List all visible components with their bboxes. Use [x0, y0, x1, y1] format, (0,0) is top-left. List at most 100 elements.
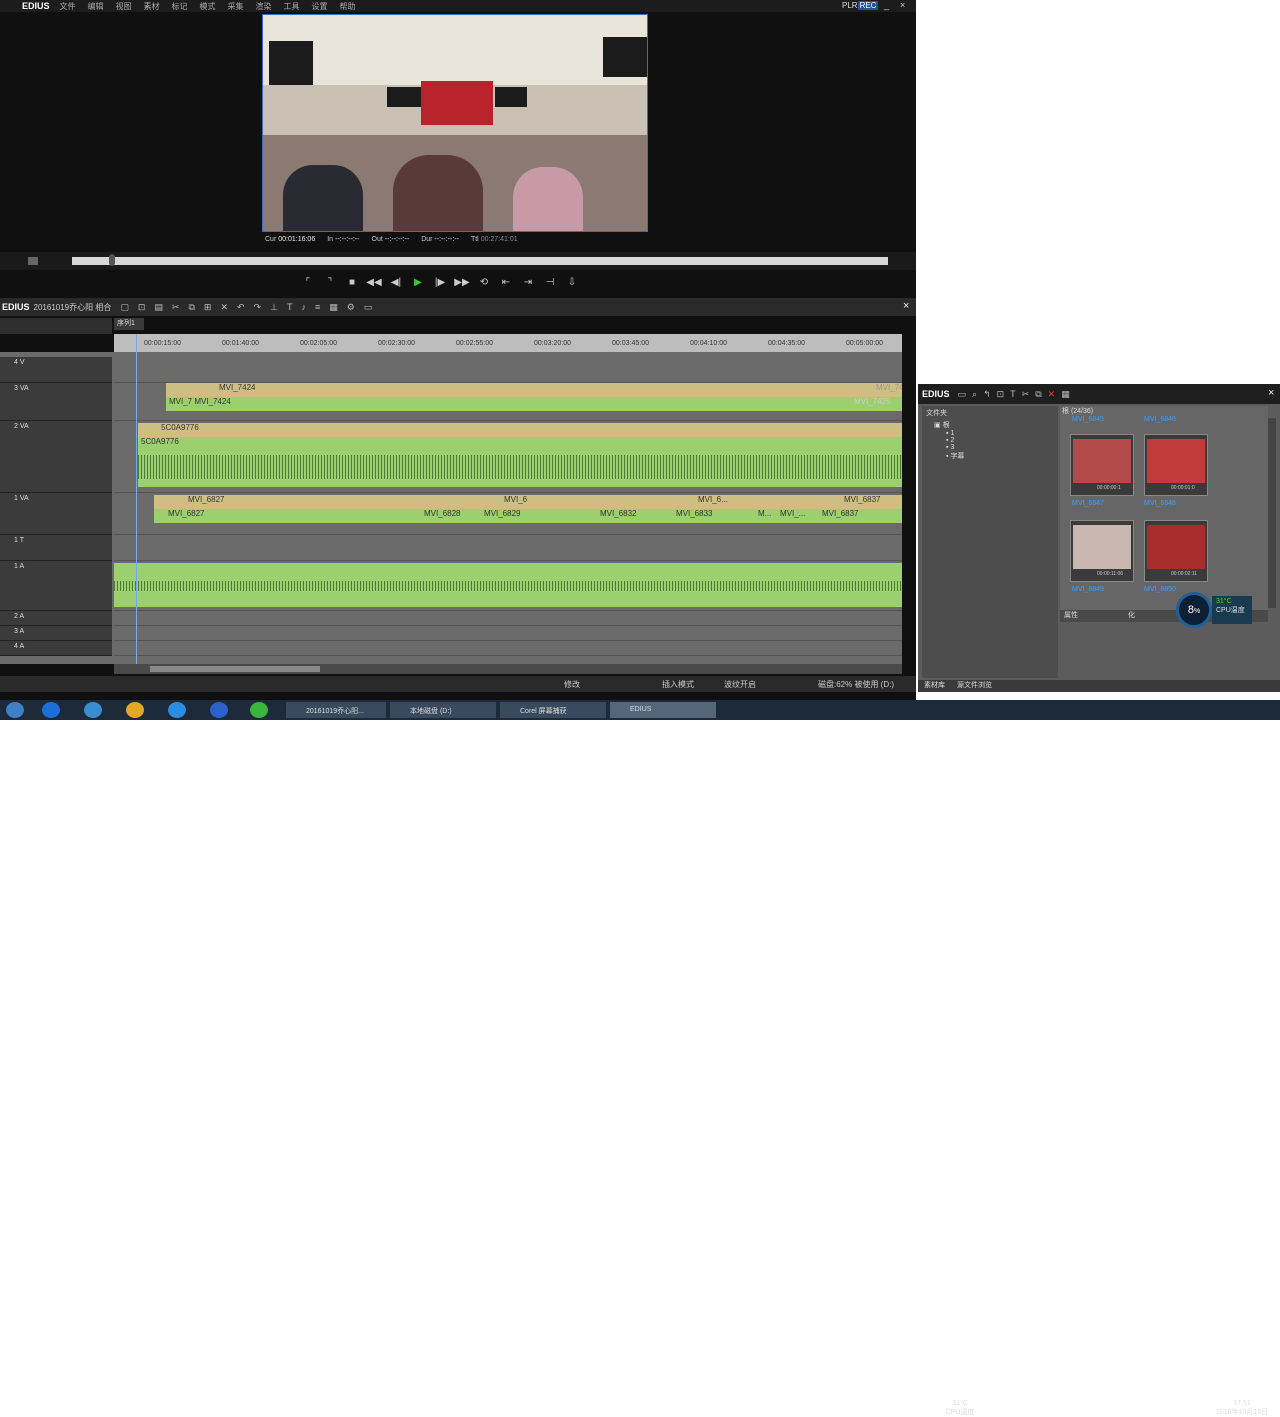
tray-clock[interactable]: 17:51 2016年10月19日	[1210, 1400, 1274, 1417]
track-header-2va[interactable]: 2 VA	[0, 421, 112, 493]
time-ruler[interactable]: 00:00:15:00 00:01:40:00 00:02:05:00 00:0…	[114, 334, 902, 352]
tab-bin[interactable]: 素材库	[924, 682, 945, 689]
export-icon[interactable]: ⇩	[564, 277, 580, 288]
video-clip[interactable]: MVI_7424MVI_7425	[166, 383, 902, 397]
tree-folder[interactable]: ▪ 2	[922, 437, 1058, 444]
settings-icon[interactable]: ⚙	[347, 302, 355, 313]
track-lane-4a[interactable]	[114, 641, 902, 656]
clip-caption[interactable]: MVI_6847	[1072, 500, 1104, 507]
step-forward-icon[interactable]: |▶	[432, 277, 448, 288]
browser-icon[interactable]	[42, 702, 60, 718]
menu-tools[interactable]: 工具	[284, 1, 300, 12]
step-back-icon[interactable]: ◀|	[388, 277, 404, 288]
cut-icon[interactable]: ✂	[172, 302, 180, 313]
audio-clip[interactable]: MVI_7 MVI_7424 MVI_7425	[166, 397, 902, 411]
rewind-icon[interactable]: ◀◀	[366, 277, 382, 288]
iqiyi-icon[interactable]	[250, 702, 268, 718]
save-icon[interactable]: ▤	[154, 302, 163, 313]
fast-forward-icon[interactable]: ▶▶	[454, 277, 470, 288]
set-out-icon[interactable]: ⌝	[322, 277, 338, 288]
title-icon[interactable]: T	[287, 302, 293, 312]
track-lane-2a[interactable]	[114, 611, 902, 626]
task-corel[interactable]: Corel 屏幕捕获	[500, 702, 606, 718]
clip-grid-scrollbar[interactable]	[1268, 418, 1276, 608]
clip-caption[interactable]: MVI_6849	[1072, 586, 1104, 593]
playhead[interactable]	[136, 334, 137, 664]
video-clip[interactable]: 5C0A9776	[138, 423, 902, 437]
video-clip[interactable]: MVI_6827 MVI_6 MVI_6... MVI_6837	[154, 495, 902, 509]
clip-caption[interactable]: MVI_6850	[1144, 586, 1176, 593]
view-icon[interactable]: ▦	[1061, 389, 1070, 400]
task-drive[interactable]: 本地磁盘 (D:)	[390, 702, 496, 718]
delete-icon[interactable]: ✕	[1048, 389, 1056, 400]
sequence-tab[interactable]: 序列1	[114, 318, 144, 330]
paste-icon[interactable]: ⊞	[204, 302, 212, 313]
split-icon[interactable]: ⊣	[542, 277, 558, 288]
plr-rec-indicator[interactable]: PLR REC	[842, 1, 879, 10]
track-header-1t[interactable]: 1 T	[0, 535, 112, 561]
mic-icon[interactable]: ♪	[301, 302, 306, 312]
clip-thumbnail[interactable]: 00:00:01:0	[1144, 434, 1208, 496]
stop-icon[interactable]: ■	[344, 277, 360, 288]
track-header-1a[interactable]: 1 A	[0, 561, 112, 611]
menu-file[interactable]: 文件	[60, 1, 76, 12]
menu-settings[interactable]: 设置	[312, 1, 328, 12]
loop-icon[interactable]: ⟲	[476, 277, 492, 288]
add-clip-icon[interactable]: ⊡	[997, 389, 1005, 400]
clip-caption[interactable]: MVI_6845	[1072, 416, 1104, 423]
menu-marker[interactable]: 标记	[172, 1, 188, 12]
app-icon[interactable]	[168, 702, 186, 718]
track-header-4v[interactable]: 4 V	[0, 357, 112, 383]
app-icon[interactable]	[84, 702, 102, 718]
tree-folder[interactable]: ▪ 3	[922, 444, 1058, 451]
track-header-3a[interactable]: 3 A	[0, 626, 112, 641]
track-lane-3a[interactable]	[114, 626, 902, 641]
track-header-1va[interactable]: 1 VA	[0, 493, 112, 535]
snap-icon[interactable]: ⊥	[270, 302, 278, 313]
track-lane-1a[interactable]	[114, 561, 902, 611]
up-icon[interactable]: ↰	[983, 389, 991, 400]
render-icon[interactable]: ▭	[364, 302, 373, 313]
tree-folder[interactable]: ▪ 字幕	[922, 451, 1058, 461]
timeline-scrollbar[interactable]	[114, 664, 902, 674]
bin-close-button[interactable]: ×	[1268, 387, 1274, 399]
cut-icon[interactable]: ✂	[1022, 389, 1030, 400]
slider-handle[interactable]	[109, 254, 115, 266]
tab-source-browser[interactable]: 源文件浏览	[957, 682, 992, 689]
tree-root[interactable]: ▣ 根	[922, 420, 1058, 430]
copy-icon[interactable]: ⧉	[1035, 389, 1041, 400]
chrome-icon[interactable]	[126, 702, 144, 718]
new-icon[interactable]: ▢	[120, 302, 129, 313]
grid-icon[interactable]: ▦	[329, 302, 338, 313]
slider-track[interactable]	[72, 257, 888, 265]
position-slider[interactable]	[0, 252, 916, 270]
task-edius[interactable]: EDIUS	[610, 702, 716, 718]
title-icon[interactable]: T	[1010, 389, 1016, 399]
folder-icon[interactable]: ▭	[958, 389, 967, 400]
menu-edit[interactable]: 编辑	[88, 1, 104, 12]
track-lane-4v[interactable]	[114, 357, 902, 383]
timeline-close-button[interactable]: ×	[903, 300, 909, 312]
track-header-4a[interactable]: 4 A	[0, 641, 112, 656]
baidu-icon[interactable]	[210, 702, 228, 718]
overwrite-icon[interactable]: ⇥	[520, 277, 536, 288]
status-insert-mode[interactable]: 插入模式	[662, 679, 694, 690]
mixer-icon[interactable]: ≡	[315, 302, 320, 312]
set-in-icon[interactable]: ⌜	[300, 277, 316, 288]
clip-thumbnail[interactable]: 00:00:00:1	[1070, 434, 1134, 496]
close-button[interactable]: ×	[900, 0, 905, 10]
menu-render[interactable]: 渲染	[256, 1, 272, 12]
track-lane-1va[interactable]: MVI_6827 MVI_6 MVI_6... MVI_6837 MVI_6827 MV…	[114, 493, 902, 535]
shuttle-icon[interactable]	[28, 257, 38, 265]
delete-icon[interactable]: ✕	[220, 302, 228, 313]
clip-thumbnail[interactable]: 00:00:11:06	[1070, 520, 1134, 582]
insert-icon[interactable]: ⇤	[498, 277, 514, 288]
clip-thumbnail[interactable]: 00:00:02:11	[1144, 520, 1208, 582]
track-header-2a[interactable]: 2 A	[0, 611, 112, 626]
menu-mode[interactable]: 模式	[200, 1, 216, 12]
minimize-button[interactable]: _	[884, 0, 889, 10]
open-icon[interactable]: ⊡	[138, 302, 146, 313]
menu-view[interactable]: 视图	[116, 1, 132, 12]
clip-caption[interactable]: MVI_6848	[1144, 500, 1176, 507]
track-lane-1t[interactable]	[114, 535, 902, 561]
